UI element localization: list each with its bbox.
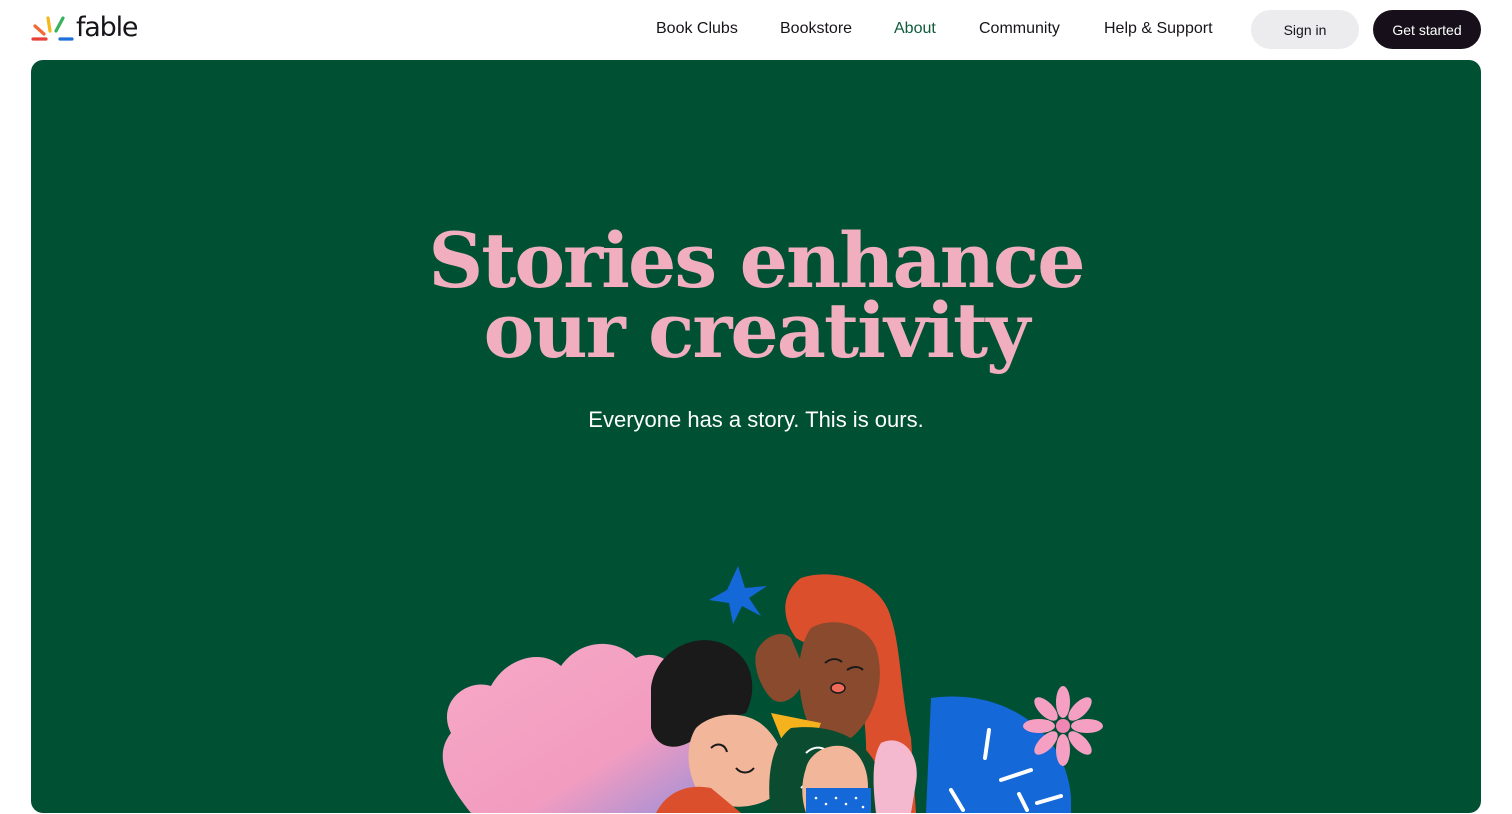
woman-hand <box>755 633 806 702</box>
fable-logo[interactable]: fable <box>30 12 154 46</box>
nav-about[interactable]: About <box>894 18 936 40</box>
pink-sleeve <box>873 740 917 813</box>
nav-book-clubs[interactable]: Book Clubs <box>656 18 738 40</box>
get-started-button[interactable]: Get started <box>1373 10 1481 49</box>
site-header: fable Book Clubs Bookstore About Communi… <box>0 0 1512 60</box>
nav-bookstore[interactable]: Bookstore <box>780 18 852 40</box>
people-reading-illustration <box>442 566 1103 813</box>
hero-section: Stories enhance our creativity Everyone … <box>31 60 1481 813</box>
hero-title-line-2: our creativity <box>483 286 1031 375</box>
nav-help-support[interactable]: Help & Support <box>1104 18 1213 40</box>
logo-wordmark: fable <box>76 12 139 43</box>
hero-title: Stories enhance our creativity <box>31 223 1481 375</box>
hero-subtitle: Everyone has a story. This is ours. <box>588 407 924 432</box>
sign-in-button[interactable]: Sign in <box>1251 10 1359 49</box>
colorful-rays-icon <box>31 16 74 41</box>
blue-star-icon <box>709 566 767 624</box>
nav-community[interactable]: Community <box>979 18 1060 40</box>
